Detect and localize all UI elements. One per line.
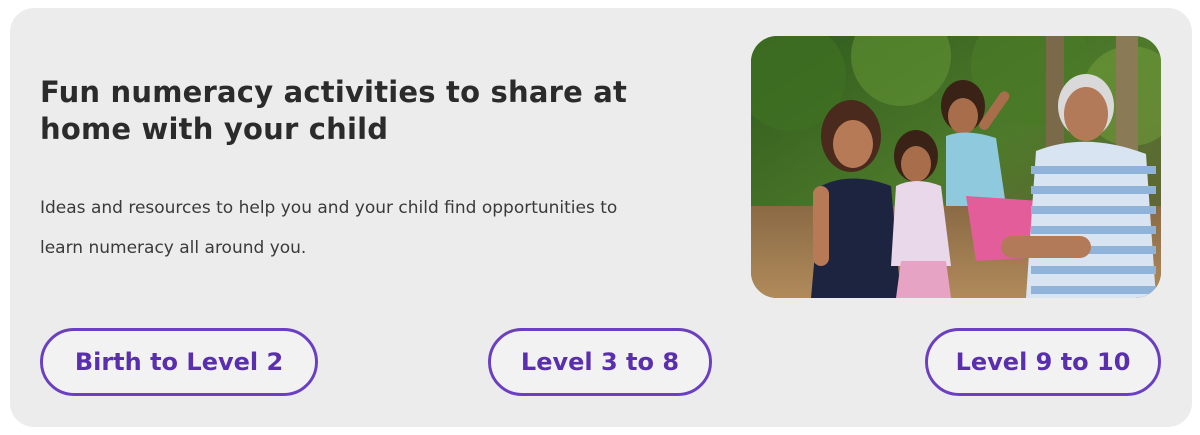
level-9-to-10-button[interactable]: Level 9 to 10 (925, 328, 1161, 396)
level-3-to-8-button[interactable]: Level 3 to 8 (488, 328, 712, 396)
card-description: Ideas and resources to help you and your… (40, 198, 618, 258)
family-photo-image (751, 36, 1161, 298)
card-title: Fun numeracy activities to share at home… (40, 75, 628, 146)
family-photo (751, 36, 1161, 298)
numeracy-card: Fun numeracy activities to share at home… (10, 8, 1192, 427)
birth-to-level-2-button[interactable]: Birth to Level 2 (40, 328, 318, 396)
